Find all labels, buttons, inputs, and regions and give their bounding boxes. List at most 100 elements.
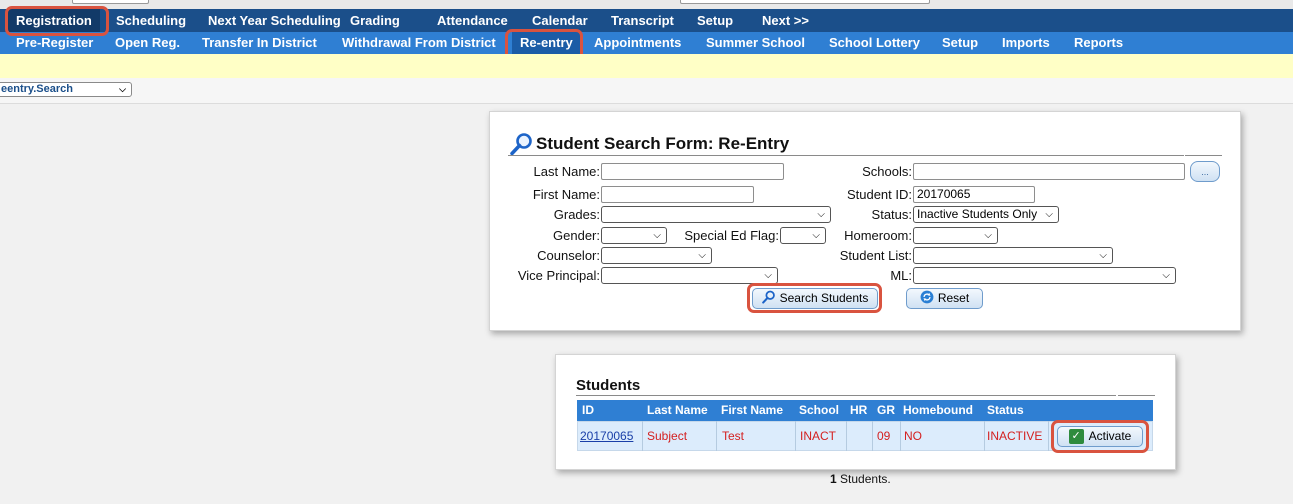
nav-next-year-scheduling[interactable]: Next Year Scheduling [208,9,341,32]
column-header-last-name[interactable]: Last Name [647,400,708,421]
highlight-activate [1051,420,1149,453]
divider [576,395,1116,396]
top-strip [0,0,1293,9]
cell-school: INACT [800,429,836,443]
chevron-down-icon: ⌵ [764,270,772,281]
cell-homebound: NO [904,429,922,443]
vice-principal-select[interactable]: ⌵ [601,267,778,284]
cell-status: INACTIVE [987,429,1043,443]
counselor-select[interactable]: ⌵ [601,247,712,264]
schools-picker-button[interactable]: ... [1190,161,1220,182]
highlight-search-students [747,283,882,313]
chevron-down-icon: ⌵ [1045,209,1053,220]
context-select-value: eentry.Search [1,83,73,95]
column-divider [846,421,847,451]
top-search-input[interactable] [680,0,930,4]
schools-input[interactable] [913,163,1185,180]
nav-transcript[interactable]: Transcript [611,9,674,32]
column-header-school[interactable]: School [799,400,839,421]
top-input[interactable] [72,0,149,4]
student-id-input[interactable]: 20170065 [913,186,1035,203]
homeroom-label: Homeroom: [844,228,912,243]
column-divider [900,421,901,451]
chevron-down-icon: ⌵ [812,230,820,241]
column-divider [1048,421,1049,451]
column-header-status[interactable]: Status [987,400,1024,421]
column-divider [716,421,717,451]
homeroom-select[interactable]: ⌵ [913,227,998,244]
chevron-down-icon: ⌵ [119,84,126,94]
student-id-link[interactable]: 20170065 [580,429,633,443]
cell-gr: 09 [877,429,891,443]
nav-setup[interactable]: Setup [697,9,733,32]
column-header-homebound[interactable]: Homebound [903,400,973,421]
special-ed-label: Special Ed Flag: [684,228,779,243]
nav-attendance[interactable]: Attendance [437,9,508,32]
student-list-label: Student List: [839,248,912,263]
first-name-label: First Name: [532,187,600,202]
highlight-registration [5,6,109,36]
vice-principal-label: Vice Principal: [517,268,600,283]
subnav-appointments[interactable]: Appointments [594,32,681,54]
student-count-label: Students. [840,472,891,486]
chevron-down-icon: ⌵ [984,230,992,241]
cell-first-name: Test [722,429,745,443]
divider [1185,155,1222,156]
counselor-label: Counselor: [537,248,600,263]
context-select[interactable]: eentry.Search ⌵ [0,82,132,97]
reset-label: Reset [937,291,970,305]
column-header-gr[interactable]: GR [877,400,895,421]
special-ed-select[interactable]: ⌵ [780,227,826,244]
subnav-summer-school[interactable]: Summer School [706,32,805,54]
divider [508,155,1184,156]
nav-next[interactable]: Next >> [762,9,809,32]
cell-last-name: Subject [647,429,688,443]
column-divider [984,421,985,451]
column-header-id[interactable]: ID [582,400,594,421]
subnav-transfer-in-district[interactable]: Transfer In District [202,32,317,54]
secondary-nav: Pre-Register Open Reg. Transfer In Distr… [0,32,1293,54]
nav-grading[interactable]: Grading [350,9,400,32]
student-id-label: Student ID: [846,187,912,202]
divider [1118,395,1155,396]
subnav-school-lottery[interactable]: School Lottery [829,32,920,54]
grades-select[interactable]: ⌵ [601,206,831,223]
primary-nav: Registration Scheduling Next Year Schedu… [0,9,1293,32]
reset-button[interactable]: Reset [906,288,983,309]
subnav-setup[interactable]: Setup [942,32,978,54]
status-label: Status: [871,207,912,222]
chevron-down-icon: ⌵ [1162,270,1170,281]
last-name-label: Last Name: [533,164,600,179]
schools-label: Schools: [862,164,912,179]
message-bar [0,54,1293,78]
grades-label: Grades: [553,207,600,222]
student-list-select[interactable]: ⌵ [913,247,1113,264]
status-select-value: Inactive Students Only [917,207,1038,221]
student-count-number: 1 [830,472,837,486]
column-divider [795,421,796,451]
subnav-imports[interactable]: Imports [1002,32,1050,54]
gender-label: Gender: [553,228,600,243]
gender-select[interactable]: ⌵ [601,227,667,244]
search-icon [510,133,532,156]
table-header: ID Last Name First Name School HR GR Hom… [577,400,1153,421]
first-name-input[interactable] [601,186,754,203]
context-bar [0,78,1293,104]
column-divider [642,421,643,451]
chevron-down-icon: ⌵ [1099,250,1107,261]
subnav-open-reg[interactable]: Open Reg. [115,32,180,54]
refresh-icon [920,290,934,304]
ml-select[interactable]: ⌵ [913,267,1176,284]
status-select[interactable]: Inactive Students Only ⌵ [913,206,1059,223]
nav-scheduling[interactable]: Scheduling [116,9,186,32]
column-header-hr[interactable]: HR [850,400,867,421]
chevron-down-icon: ⌵ [817,209,825,220]
last-name-input[interactable] [601,163,784,180]
chevron-down-icon: ⌵ [698,250,706,261]
student-count: 1 Students. [830,472,891,486]
subnav-reports[interactable]: Reports [1074,32,1123,54]
subnav-withdrawal-from-district[interactable]: Withdrawal From District [342,32,496,54]
column-divider [872,421,873,451]
chevron-down-icon: ⌵ [653,230,661,241]
column-header-first-name[interactable]: First Name [721,400,783,421]
